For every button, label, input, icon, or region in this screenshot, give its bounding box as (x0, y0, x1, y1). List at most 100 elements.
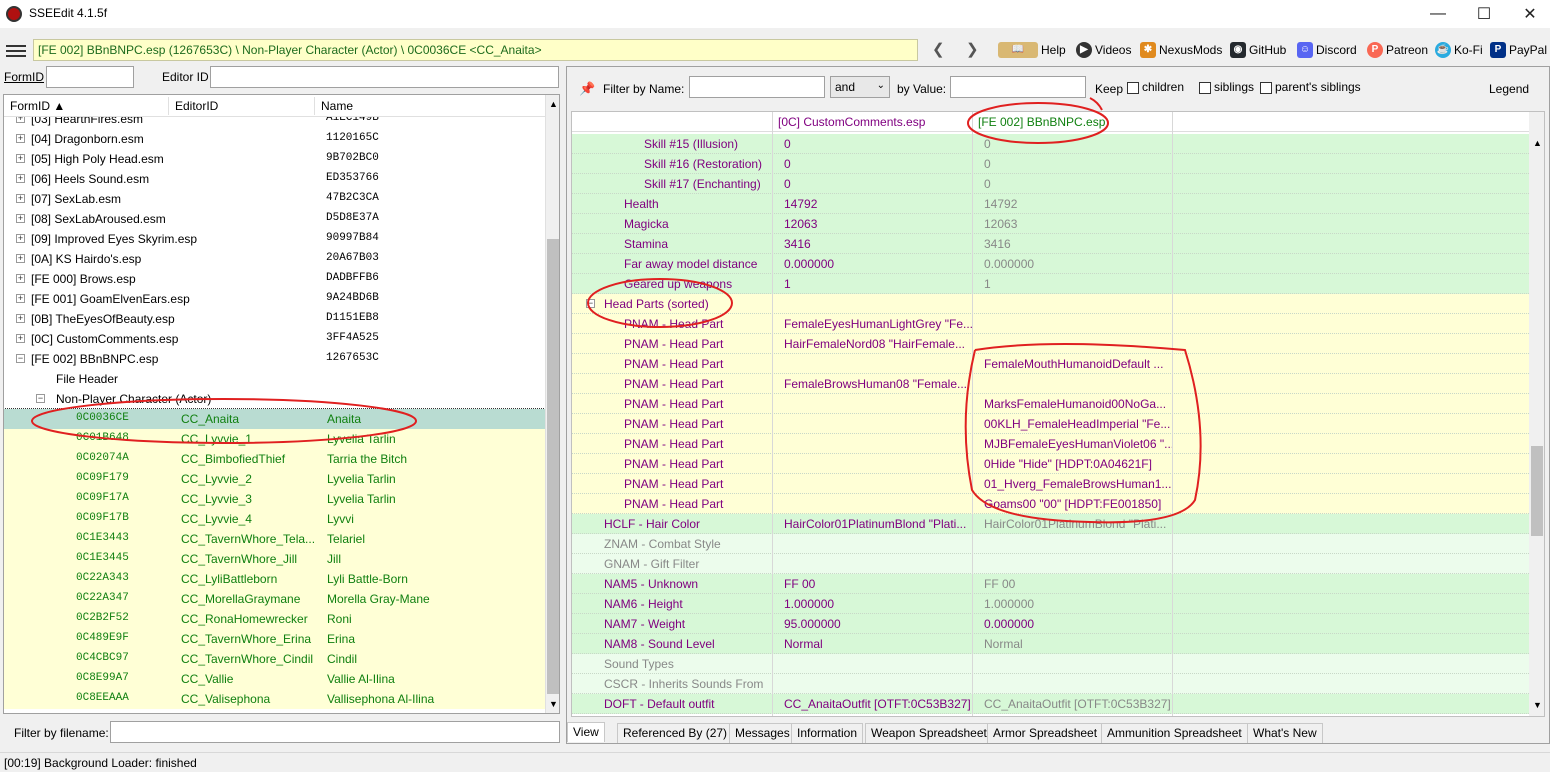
grid-row[interactable]: PNAM - Head Part HairFemaleNord08 "HairFe… (572, 334, 1529, 354)
expand-icon[interactable]: + (16, 154, 25, 163)
grid-row[interactable]: PNAM - Head Part MarksFemaleHumanoid00NoG… (572, 394, 1529, 414)
tree-group-row[interactable]: − Non-Player Character (Actor) (4, 389, 545, 409)
tree-record-row[interactable]: 0C0036CE CC_Anaita Anaita (4, 408, 545, 430)
grid-row[interactable]: NAM5 - Unknown FF 00 FF 00 (572, 574, 1529, 594)
expand-icon[interactable]: + (16, 194, 25, 203)
scroll-up-icon[interactable]: ▲ (549, 99, 558, 109)
record-path-field[interactable]: [FE 002] BBnBNPC.esp (1267653C) \ Non-Pl… (33, 39, 918, 61)
editorid-input[interactable] (210, 66, 559, 88)
grid-row[interactable]: Geared up weapons 1 1 (572, 274, 1529, 294)
pin-icon[interactable]: 📌 (579, 81, 595, 97)
tree-file-row[interactable]: + [FE 000] Brows.esp DADBFFB6 (4, 269, 545, 289)
expand-icon[interactable]: + (16, 274, 25, 283)
col-name-header[interactable]: Name (321, 99, 353, 113)
grid-row[interactable]: ZNAM - Combat Style (572, 534, 1529, 554)
expand-icon[interactable]: + (16, 117, 25, 123)
scroll-up-icon[interactable]: ▲ (1533, 138, 1542, 148)
tab-information[interactable]: Information (791, 723, 864, 743)
grid-row[interactable]: Health 14792 14792 (572, 194, 1529, 214)
hamburger-menu-icon[interactable] (6, 42, 26, 58)
grid-row[interactable]: Far away model distance 0.000000 0.000000 (572, 254, 1529, 274)
patreon-link[interactable]: P Patreon (1367, 42, 1428, 58)
grid-row[interactable]: Stamina 3416 3416 (572, 234, 1529, 254)
tree-record-row[interactable]: 0C09F17B CC_Lyvvie_4 Lyvvi (4, 509, 545, 529)
col-formid-header[interactable]: FormID ▲ (10, 99, 65, 113)
tree-record-row[interactable]: 0C1E3445 CC_TavernWhore_Jill Jill (4, 549, 545, 569)
children-checkbox[interactable]: children (1127, 80, 1184, 94)
expand-icon[interactable]: + (16, 314, 25, 323)
filter-filename-input[interactable] (110, 721, 560, 743)
legend-link[interactable]: Legend (1489, 82, 1529, 96)
record-tree[interactable]: FormID ▲ EditorID Name + [03] HearthFires… (3, 94, 560, 714)
grid-row[interactable]: PNAM - Head Part 00KLH_FemaleHeadImperial… (572, 414, 1529, 434)
expand-icon[interactable]: + (16, 174, 25, 183)
paypal-link[interactable]: P PayPal (1490, 42, 1547, 58)
grid-row[interactable]: CSCR - Inherits Sounds From (572, 674, 1529, 694)
expand-icon[interactable]: + (16, 134, 25, 143)
help-link[interactable]: 📖 Help (998, 42, 1066, 58)
tab-ammunition-spreadsheet[interactable]: Ammunition Spreadsheet (1101, 723, 1248, 743)
grid-row[interactable]: Skill #17 (Enchanting) 0 0 (572, 174, 1529, 194)
collapse-icon[interactable]: − (36, 394, 45, 403)
tab-messages[interactable]: Messages (729, 723, 796, 743)
grid-row[interactable]: Sound Types (572, 654, 1529, 674)
tree-file-row[interactable]: + [04] Dragonborn.esm 1120165C (4, 129, 545, 149)
tree-record-row[interactable]: 0C02074A CC_BimbofiedThief Tarria the Bitc… (4, 449, 545, 469)
grid-row[interactable]: PNAM - Head Part Goams00 "00" [HDPT:FE001… (572, 494, 1529, 514)
tab-what-s-new[interactable]: What's New (1247, 723, 1323, 743)
tab-view[interactable]: View (567, 722, 605, 742)
grid-row[interactable]: PNAM - Head Part MJBFemaleEyesHumanViolet… (572, 434, 1529, 454)
tree-file-header-row[interactable]: File Header (4, 369, 545, 389)
scroll-thumb[interactable] (547, 239, 559, 694)
close-button[interactable]: ✕ (1507, 0, 1550, 28)
tree-file-row[interactable]: + [07] SexLab.esm 47B2C3CA (4, 189, 545, 209)
grid-row[interactable]: NAM8 - Sound Level Normal Normal (572, 634, 1529, 654)
grid-row[interactable]: − Head Parts (sorted) (572, 294, 1529, 314)
maximize-button[interactable]: ☐ (1461, 0, 1507, 28)
grid-row[interactable]: Skill #15 (Illusion) 0 0 (572, 134, 1529, 154)
tree-record-row[interactable]: 0C22A347 CC_MorellaGraymane Morella Gray-M… (4, 589, 545, 609)
grid-row[interactable]: NAM6 - Height 1.000000 1.000000 (572, 594, 1529, 614)
tree-record-row[interactable]: 0C489E9F CC_TavernWhore_Erina Erina (4, 629, 545, 649)
scroll-thumb[interactable] (1531, 446, 1543, 536)
and-select[interactable]: and ⌄ (830, 76, 890, 98)
videos-link[interactable]: ▶ Videos (1076, 42, 1131, 58)
grid-row[interactable]: Skill #16 (Restoration) 0 0 (572, 154, 1529, 174)
tree-record-row[interactable]: 0C8E99A7 CC_Vallie Vallie Al-Ilina (4, 669, 545, 689)
siblings-checkbox[interactable]: siblings (1199, 80, 1254, 94)
grid-row[interactable]: PNAM - Head Part FemaleMouthHumanoidDefau… (572, 354, 1529, 374)
tree-record-row[interactable]: 0C09F179 CC_Lyvvie_2 Lyvelia Tarlin (4, 469, 545, 489)
grid-row[interactable]: GNAM - Gift Filter (572, 554, 1529, 574)
tree-file-row[interactable]: − [FE 002] BBnBNPC.esp 1267653C (4, 349, 545, 369)
col-editorid-header[interactable]: EditorID (175, 99, 218, 113)
tree-file-row[interactable]: + [0A] KS Hairdo's.esp 20A67B03 (4, 249, 545, 269)
scroll-down-icon[interactable]: ▼ (1533, 700, 1542, 710)
kofi-link[interactable]: ☕ Ko-Fi (1435, 42, 1483, 58)
tree-file-row[interactable]: + [03] HearthFires.esm A1EC149B (4, 117, 545, 129)
forward-arrow-icon[interactable]: ❯ (966, 40, 979, 58)
tree-file-row[interactable]: + [0C] CustomComments.esp 3FF4A525 (4, 329, 545, 349)
grid-row[interactable]: PNAM - Head Part 0Hide "Hide" [HDPT:0A046… (572, 454, 1529, 474)
expand-icon[interactable]: + (16, 214, 25, 223)
tree-record-row[interactable]: 0C1E3443 CC_TavernWhore_Tela... Telariel (4, 529, 545, 549)
tree-file-row[interactable]: + [FE 001] GoamElvenEars.esp 9A24BD6B (4, 289, 545, 309)
expand-icon[interactable]: + (16, 254, 25, 263)
expand-icon[interactable]: + (16, 334, 25, 343)
nexusmods-link[interactable]: ✱ NexusMods (1140, 42, 1222, 58)
tree-file-row[interactable]: + [05] High Poly Head.esm 9B702BC0 (4, 149, 545, 169)
grid-row[interactable]: PNAM - Head Part FemaleBrowsHuman08 "Fema… (572, 374, 1529, 394)
tab-weapon-spreadsheet[interactable]: Weapon Spreadsheet (865, 723, 993, 743)
expand-icon[interactable]: + (16, 234, 25, 243)
tree-record-row[interactable]: 0C01B648 CC_Lyvvie_1 Lyvelia Tarlin (4, 429, 545, 449)
tree-record-row[interactable]: 0C09F17A CC_Lyvvie_3 Lyvelia Tarlin (4, 489, 545, 509)
tree-file-row[interactable]: + [0B] TheEyesOfBeauty.esp D1151EB8 (4, 309, 545, 329)
grid-row[interactable]: NAM7 - Weight 95.000000 0.000000 (572, 614, 1529, 634)
expand-icon[interactable]: + (16, 294, 25, 303)
grid-row[interactable]: PNAM - Head Part FemaleEyesHumanLightGrey… (572, 314, 1529, 334)
tab-armor-spreadsheet[interactable]: Armor Spreadsheet (987, 723, 1104, 743)
tree-file-row[interactable]: + [09] Improved Eyes Skyrim.esp 90997B84 (4, 229, 545, 249)
github-link[interactable]: ◉ GitHub (1230, 42, 1286, 58)
tree-file-row[interactable]: + [08] SexLabAroused.esm D5D8E37A (4, 209, 545, 229)
tree-record-row[interactable]: 0C22A343 CC_LyliBattleborn Lyli Battle-Bor… (4, 569, 545, 589)
parents-siblings-checkbox[interactable]: parent's siblings (1260, 80, 1361, 94)
